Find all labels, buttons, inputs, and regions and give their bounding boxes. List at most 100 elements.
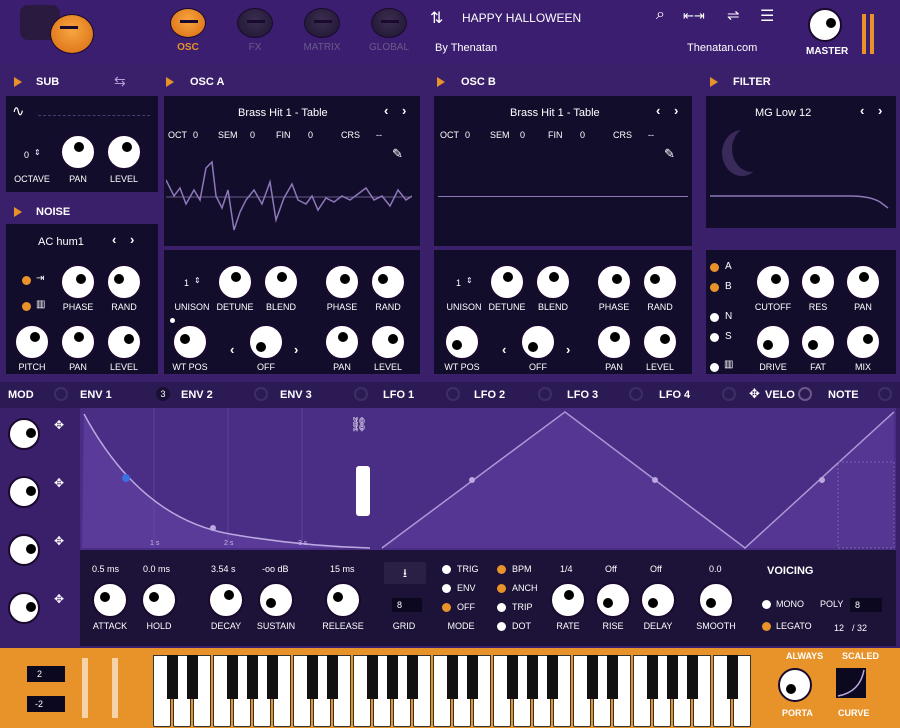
osca-warp-prev-icon[interactable]: ‹ [230, 342, 234, 357]
filter-mix-knob[interactable] [845, 324, 881, 360]
piano-black-key[interactable] [527, 655, 538, 699]
preset-site[interactable]: Thenatan.com [687, 42, 757, 54]
pitch-wheel[interactable] [82, 658, 88, 718]
filter-route-n-dot[interactable] [710, 313, 719, 322]
off-radio[interactable] [442, 603, 451, 612]
noise-rand-knob[interactable] [106, 264, 142, 300]
oscb-unison-value[interactable]: 1 [456, 278, 461, 288]
piano-black-key[interactable] [447, 655, 458, 699]
envelope-graph[interactable] [80, 408, 380, 550]
noise-phase-knob[interactable] [60, 264, 96, 300]
smooth-knob[interactable] [698, 582, 734, 618]
trig-radio[interactable] [442, 565, 451, 574]
preset-sort-icon[interactable]: ⇅ [430, 8, 443, 28]
noise-expand-icon[interactable] [14, 207, 22, 217]
noise-preset[interactable]: AC hum1 [38, 236, 84, 248]
tab-velo[interactable]: VELO [765, 389, 795, 401]
filter-prev-icon[interactable]: ‹ [860, 103, 864, 118]
sub-pan-knob[interactable] [60, 134, 96, 170]
tab-matrix[interactable]: MATRIX [292, 42, 352, 53]
noise-option-dot-1[interactable] [22, 276, 31, 285]
tab-lfo3[interactable]: LFO 3 [567, 389, 598, 401]
oscb-warp-knob[interactable] [520, 324, 556, 360]
osca-warp-knob[interactable] [248, 324, 284, 360]
oscb-oct-value[interactable]: 0 [465, 130, 470, 140]
tab-env1[interactable]: ENV 1 [80, 389, 112, 401]
curve-scaled-label[interactable]: SCALED [842, 651, 879, 661]
piano-black-key[interactable] [227, 655, 238, 699]
velo-drag-icon[interactable]: ✥ [749, 386, 760, 402]
master-knob[interactable] [808, 8, 842, 42]
osca-detune-knob[interactable] [217, 264, 253, 300]
filter-drive-knob[interactable] [755, 324, 791, 360]
link-icon[interactable]: ⛓ [350, 416, 368, 433]
mod-source-4-eye[interactable] [8, 592, 40, 624]
osca-prev-icon[interactable]: ‹ [384, 103, 388, 118]
oscb-prev-icon[interactable]: ‹ [656, 103, 660, 118]
global-tab-pumpkin-icon[interactable] [371, 8, 407, 38]
mod-source-2-eye[interactable] [8, 476, 40, 508]
oscb-crs-value[interactable]: -- [648, 130, 654, 140]
osca-phase-knob[interactable] [324, 264, 360, 300]
piano-black-key[interactable] [187, 655, 198, 699]
piano-black-key[interactable] [307, 655, 318, 699]
oscb-warp-next-icon[interactable]: › [566, 342, 570, 357]
filter-route-b-dot[interactable] [710, 283, 719, 292]
filter-keytrack-dot[interactable] [710, 363, 719, 372]
oscb-level-knob[interactable] [642, 324, 678, 360]
tab-note[interactable]: NOTE [828, 389, 859, 401]
osca-blend-knob[interactable] [263, 264, 299, 300]
osca-fin-value[interactable]: 0 [308, 130, 313, 140]
tab-global[interactable]: GLOBAL [359, 42, 419, 53]
piano-black-key[interactable] [687, 655, 698, 699]
menu-icon[interactable]: ☰ [760, 6, 774, 26]
piano-black-key[interactable] [267, 655, 278, 699]
filter-route-a-dot[interactable] [710, 263, 719, 272]
oscb-phase-knob[interactable] [596, 264, 632, 300]
decay-knob[interactable] [208, 582, 244, 618]
noise-pitch-knob[interactable] [14, 324, 50, 360]
pitch-bend-up-value[interactable]: 2 [27, 666, 65, 682]
env-radio[interactable] [442, 584, 451, 593]
osca-rand-knob[interactable] [370, 264, 406, 300]
oscb-expand-icon[interactable] [437, 77, 445, 87]
oscb-warp-prev-icon[interactable]: ‹ [502, 342, 506, 357]
matrix-tab-pumpkin-icon[interactable] [304, 8, 340, 38]
rate-knob[interactable] [550, 582, 586, 618]
sub-octave-stepper-icon[interactable]: ⇕ [34, 148, 41, 157]
piano-black-key[interactable] [547, 655, 558, 699]
osc-tab-pumpkin-icon[interactable] [170, 8, 206, 38]
lfo-graph[interactable] [380, 408, 896, 550]
noise-next-icon[interactable]: › [130, 232, 134, 247]
noise-level-knob[interactable] [106, 324, 142, 360]
noise-prev-icon[interactable]: ‹ [112, 232, 116, 247]
osca-wavetable-name[interactable]: Brass Hit 1 - Table [238, 107, 328, 119]
piano-black-key[interactable] [467, 655, 478, 699]
osca-unison-value[interactable]: 1 [184, 278, 189, 288]
tab-lfo4[interactable]: LFO 4 [659, 389, 690, 401]
oscb-sem-value[interactable]: 0 [520, 130, 525, 140]
mod-source-1-drag-icon[interactable]: ✥ [54, 418, 64, 432]
sub-level-knob[interactable] [106, 134, 142, 170]
piano-black-key[interactable] [607, 655, 618, 699]
fx-tab-pumpkin-icon[interactable] [237, 8, 273, 38]
legato-radio[interactable] [762, 622, 771, 631]
osca-pan-knob[interactable] [324, 324, 360, 360]
piano-black-key[interactable] [167, 655, 178, 699]
mod-wheel[interactable] [112, 658, 118, 718]
sub-expand-icon[interactable] [14, 77, 22, 87]
sustain-knob[interactable] [258, 582, 294, 618]
tab-lfo1[interactable]: LFO 1 [383, 389, 414, 401]
filter-expand-icon[interactable] [710, 77, 718, 87]
oscb-pan-knob[interactable] [596, 324, 632, 360]
filter-type[interactable]: MG Low 12 [755, 107, 811, 119]
filter-next-icon[interactable]: › [878, 103, 882, 118]
hold-knob[interactable] [141, 582, 177, 618]
piano-black-key[interactable] [367, 655, 378, 699]
mod-source-3-eye[interactable] [8, 534, 40, 566]
osca-sem-value[interactable]: 0 [250, 130, 255, 140]
piano-black-key[interactable] [327, 655, 338, 699]
filter-pan-knob[interactable] [845, 264, 881, 300]
filter-cutoff-knob[interactable] [755, 264, 791, 300]
prev-preset-icon[interactable]: ⇤⇥ [683, 8, 705, 24]
